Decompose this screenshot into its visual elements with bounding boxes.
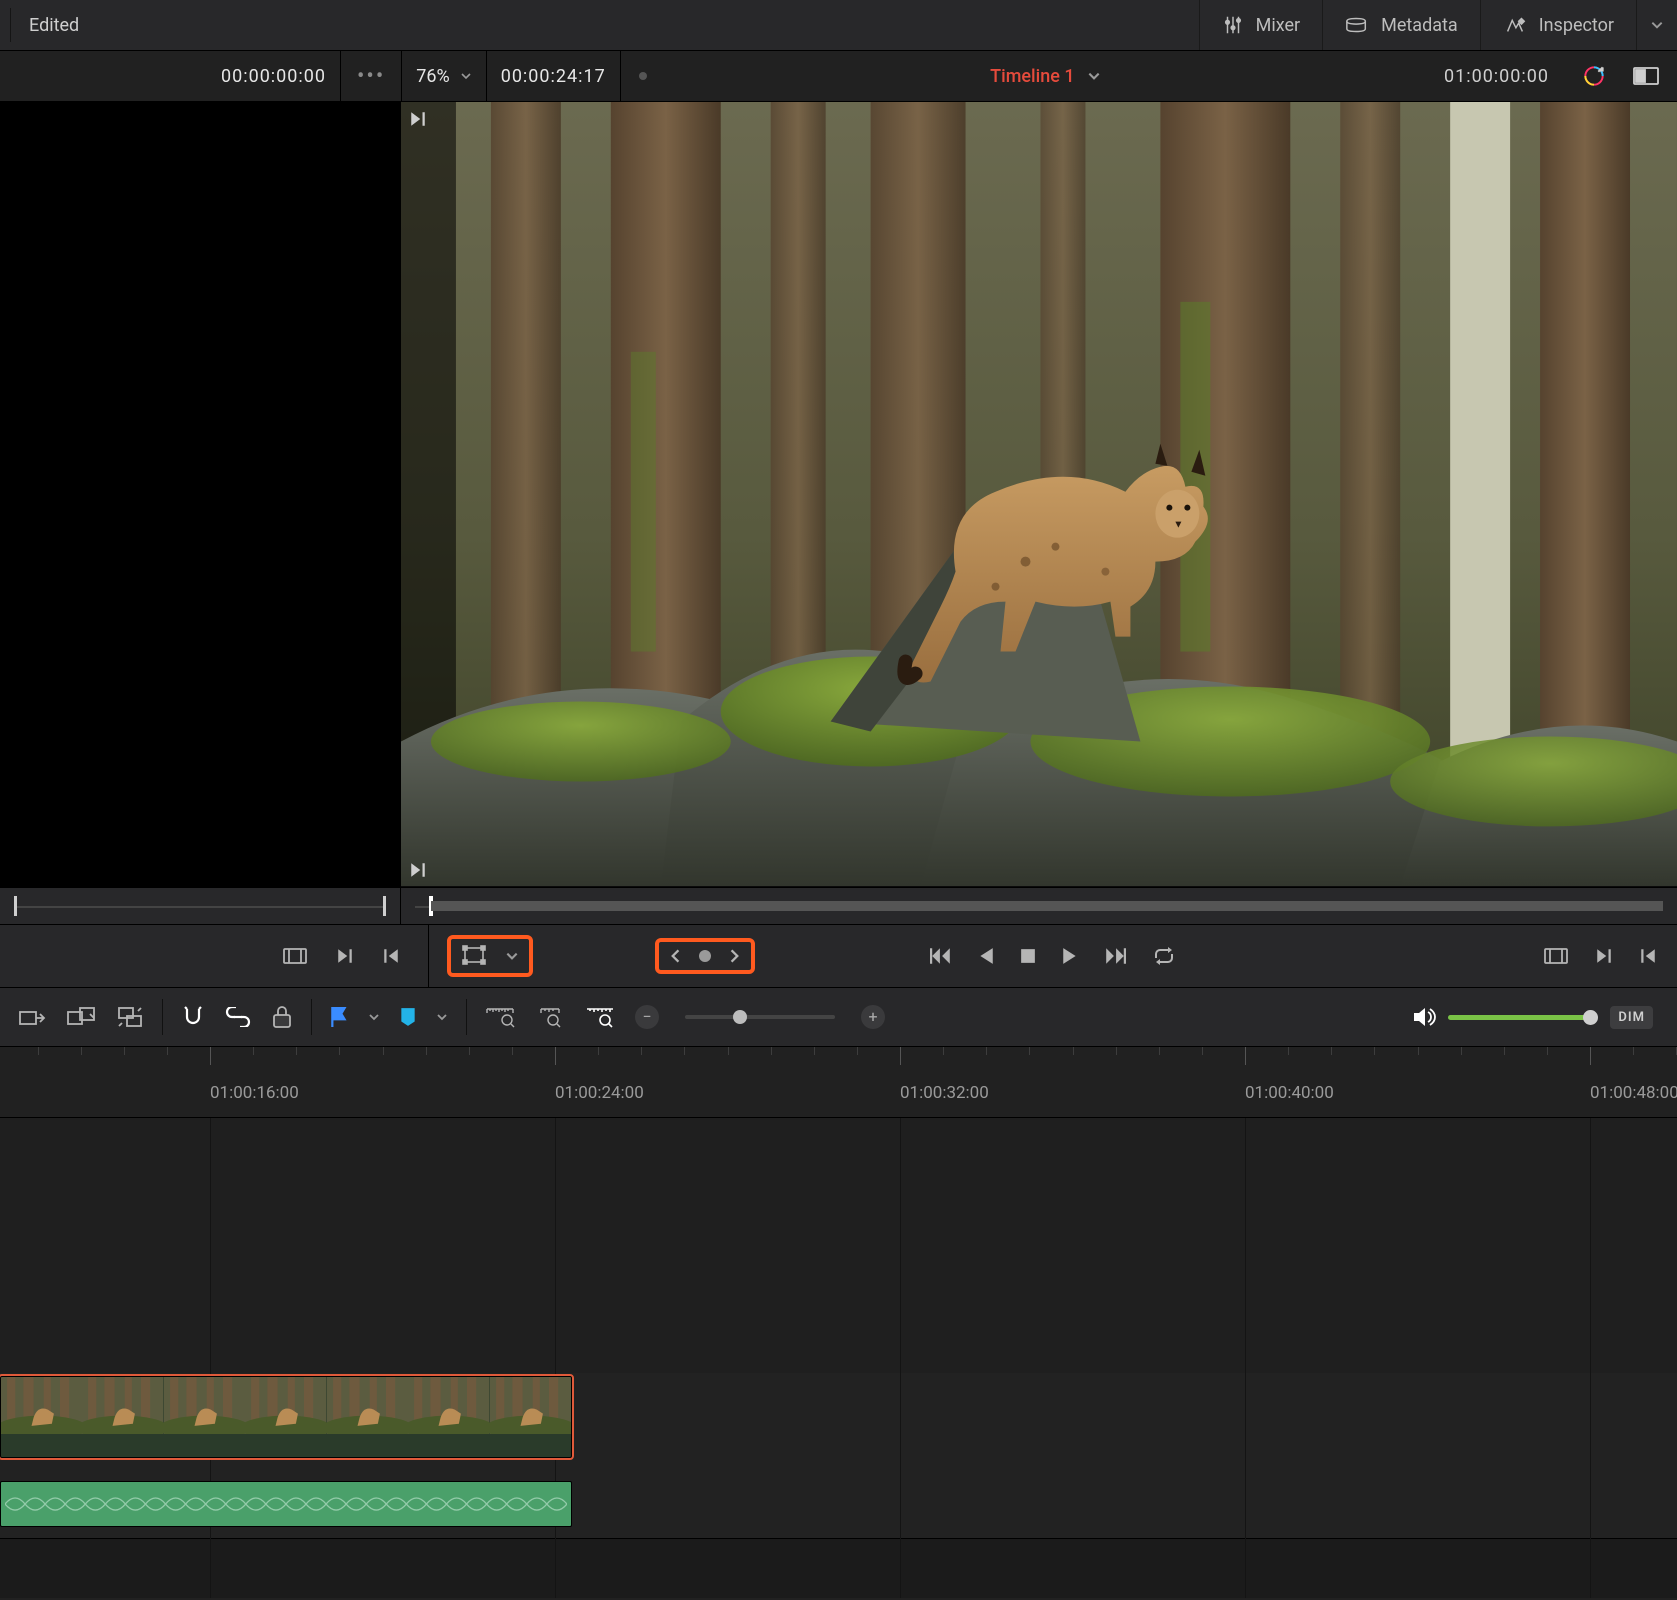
bypass-color-button[interactable] [1577, 59, 1611, 93]
transform-overlay-highlight [447, 935, 533, 977]
detail-zoom-button[interactable] [535, 1006, 565, 1028]
tab-metadata[interactable]: Metadata [1322, 0, 1480, 50]
ruler-label: 01:00:48:00 [1590, 1083, 1677, 1103]
ruler-label: 01:00:32:00 [900, 1083, 989, 1103]
timecode-strip: 00:00:00:00 ••• 76% 00:00:24:17 Timeline… [0, 51, 1677, 102]
tab-metadata-label: Metadata [1381, 15, 1458, 36]
video-clip[interactable] [0, 1376, 572, 1458]
flag-dropdown[interactable] [368, 1011, 380, 1023]
panel-dropdown[interactable] [1636, 0, 1677, 50]
program-viewer[interactable] [401, 102, 1677, 887]
mixer-icon [1222, 14, 1244, 36]
record-timecode[interactable]: 01:00:00:00 [1444, 66, 1549, 87]
full-extent-zoom-button[interactable] [485, 1006, 515, 1028]
source-viewer[interactable] [0, 102, 401, 887]
timeline-tracks[interactable] [0, 1118, 1677, 1598]
next-keyframe-button[interactable] [729, 948, 741, 964]
stop-button[interactable] [1020, 948, 1036, 964]
play-button[interactable] [1062, 947, 1078, 965]
go-to-start-button[interactable] [930, 947, 952, 965]
match-frame-program-button[interactable] [1543, 946, 1569, 966]
timeline-dropdown[interactable] [1087, 69, 1101, 83]
go-to-out-icon[interactable] [409, 110, 427, 128]
next-edit-button[interactable] [1595, 947, 1613, 965]
prev-keyframe-button[interactable] [669, 948, 681, 964]
program-timecode[interactable]: 00:00:24:17 [501, 66, 606, 87]
edit-toolbar: − + DIM [0, 988, 1677, 1047]
position-lock-button[interactable] [271, 1005, 293, 1029]
custom-zoom-button[interactable] [585, 1006, 615, 1028]
tab-inspector[interactable]: Inspector [1480, 0, 1636, 50]
timeline-scrubber[interactable] [401, 888, 1677, 924]
prev-edit-button[interactable] [1639, 947, 1657, 965]
match-frame-button[interactable] [282, 946, 308, 966]
source-timecode[interactable]: 00:00:00:00 [221, 66, 326, 87]
go-to-end-button[interactable] [1104, 947, 1126, 965]
insert-clip-button[interactable] [18, 1006, 46, 1028]
volume-slider[interactable] [1448, 1015, 1598, 1020]
marker-button[interactable] [400, 1007, 416, 1027]
play-reverse-button[interactable] [978, 947, 994, 965]
replace-clip-button[interactable] [116, 1005, 144, 1029]
mini-scrub-row [0, 887, 1677, 925]
metadata-icon [1345, 15, 1369, 35]
ruler-label: 01:00:40:00 [1245, 1083, 1334, 1103]
video-track-2[interactable] [0, 1118, 1677, 1374]
timeline-name[interactable]: Timeline 1 [990, 66, 1074, 87]
waveform-icon [5, 1488, 567, 1520]
zoom-out-button[interactable]: − [635, 1005, 659, 1029]
top-tab-bar: Edited Mixer Metadata Inspector [0, 0, 1677, 51]
ruler-label: 01:00:16:00 [210, 1083, 299, 1103]
snap-button[interactable] [181, 1005, 205, 1029]
source-scrubber[interactable] [0, 888, 401, 924]
tab-inspector-label: Inspector [1539, 15, 1614, 36]
chevron-down-icon [1650, 18, 1664, 32]
next-clip-button[interactable] [336, 947, 354, 965]
zoom-slider[interactable] [685, 1015, 835, 1019]
ruler-label: 01:00:24:00 [555, 1083, 644, 1103]
edited-status-label: Edited [29, 15, 79, 36]
program-frame-image [401, 102, 1677, 886]
gps-indicator [639, 72, 647, 80]
tab-mixer-label: Mixer [1256, 15, 1301, 36]
overwrite-clip-button[interactable] [66, 1006, 96, 1028]
inspector-icon [1503, 14, 1527, 36]
marker-dropdown[interactable] [436, 1011, 448, 1023]
prev-clip-button[interactable] [382, 947, 400, 965]
source-options-button[interactable]: ••• [341, 51, 402, 101]
dim-button[interactable]: DIM [1610, 1006, 1653, 1029]
link-button[interactable] [225, 1007, 251, 1027]
tab-mixer[interactable]: Mixer [1199, 0, 1323, 50]
audio-clip[interactable] [0, 1481, 572, 1527]
go-to-in-icon[interactable] [409, 861, 427, 879]
keyframe-nav-highlight [655, 938, 755, 974]
transform-dropdown[interactable] [505, 949, 519, 963]
flag-button[interactable] [330, 1007, 348, 1027]
loop-button[interactable] [1152, 947, 1176, 965]
viewer-zoom[interactable]: 76% [402, 51, 486, 101]
viewer-zoom-value: 76% [416, 66, 449, 87]
add-keyframe-button[interactable] [699, 950, 711, 962]
chevron-down-icon [460, 70, 472, 82]
mute-button[interactable] [1412, 1006, 1436, 1028]
single-viewer-button[interactable] [1629, 59, 1663, 93]
transport-bar [0, 925, 1677, 988]
timeline-ruler[interactable]: 01:00:16:00 01:00:24:00 01:00:32:00 01:00:4… [0, 1047, 1677, 1118]
dual-viewer-area [0, 102, 1677, 887]
zoom-in-button[interactable]: + [861, 1005, 885, 1029]
transform-button[interactable] [461, 945, 487, 967]
